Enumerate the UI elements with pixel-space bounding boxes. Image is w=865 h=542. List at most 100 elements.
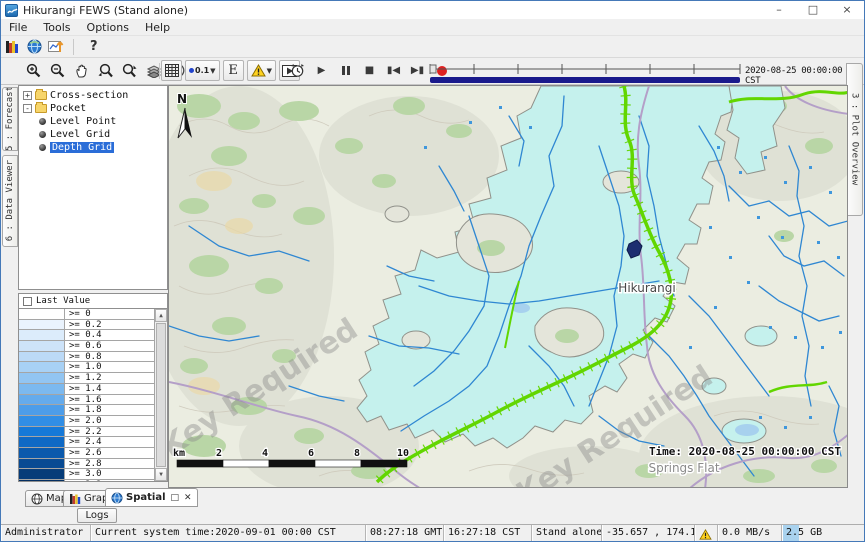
toolbar-separator: [73, 39, 74, 55]
interval-dot-icon: [189, 68, 194, 73]
legend-row: >= 3.0: [19, 469, 167, 480]
menu-file[interactable]: File: [1, 21, 35, 34]
layer-bullet-icon: [39, 118, 46, 125]
map-display-button[interactable]: [23, 37, 45, 56]
legend-row: >= 1.0: [19, 362, 167, 373]
scrollbar-thumb[interactable]: [156, 323, 166, 467]
minimize-button[interactable]: –: [762, 1, 796, 19]
place-label-springs-flat: Springs Flat: [648, 461, 719, 475]
menu-help[interactable]: Help: [137, 21, 178, 34]
tree-item-depth-grid[interactable]: Depth Grid: [21, 141, 167, 153]
globe-icon: [31, 493, 43, 505]
svg-text:2: 2: [216, 448, 222, 459]
legend-scrollbar[interactable]: ▲ ▼: [154, 309, 167, 481]
tree-item-cross-section[interactable]: + Cross-section: [21, 89, 167, 101]
svg-text:N: N: [177, 92, 187, 106]
skip-to-start-button[interactable]: ▮◀: [383, 60, 404, 81]
chevron-down-icon: ▼: [267, 67, 272, 75]
next-zoom-icon[interactable]: [119, 60, 140, 81]
app-logo-icon: [5, 4, 18, 17]
time-slider-handle: [430, 65, 436, 73]
scale-bar-segments: [177, 460, 407, 467]
tree-item-level-grid[interactable]: Level Grid: [21, 128, 167, 140]
warning-icon: [699, 529, 712, 540]
time-settings-icon[interactable]: [287, 60, 308, 81]
map-view[interactable]: API Key Required API Key Required Hikura…: [168, 85, 848, 488]
logs-button[interactable]: Logs: [77, 508, 117, 523]
interval-value: 0.1: [195, 66, 209, 75]
tree-item-pocket[interactable]: - Pocket: [21, 102, 167, 114]
spatial-layer-tree: + Cross-section - Pocket Level Point Lev…: [18, 85, 168, 290]
legend-row: >= 2.6: [19, 448, 167, 459]
tab-spatial[interactable]: Spatial □ ✕: [105, 488, 198, 507]
tree-item-level-point[interactable]: Level Point: [21, 115, 167, 127]
status-local-time: 16:27:18 CST: [444, 525, 532, 542]
legend-row: >= 2.0: [19, 416, 167, 427]
map-toolbar: 0.1 ▼ E ▼ ▶ ■ ▮◀ ▶▮: [1, 57, 864, 85]
status-gmt-time: 08:27:18 GMT: [366, 525, 444, 542]
folder-icon: [35, 104, 47, 113]
time-slider[interactable]: [428, 61, 742, 84]
status-memory: 2.5 GB: [782, 525, 864, 542]
legend-button[interactable]: E: [223, 60, 244, 81]
scroll-down-icon[interactable]: ▼: [155, 468, 167, 481]
legend-row: >= 1.2: [19, 373, 167, 384]
grid-display-button[interactable]: [161, 60, 182, 81]
contour-interval-dropdown[interactable]: 0.1 ▼: [185, 60, 220, 81]
scroll-up-icon[interactable]: ▲: [155, 309, 167, 322]
legend-panel: Last Value >= 0 >= 0.2 >= 0.4 >= 0.6 >= …: [18, 293, 168, 482]
pan-hand-icon[interactable]: [71, 60, 92, 81]
svg-text:8: 8: [354, 448, 360, 459]
expander-icon[interactable]: -: [23, 104, 32, 113]
menu-tools[interactable]: Tools: [35, 21, 78, 34]
layer-bullet-icon: [39, 131, 46, 138]
legend-row: >= 0: [19, 309, 167, 320]
svg-text:4: 4: [262, 448, 268, 459]
last-value-checkbox[interactable]: [23, 297, 32, 306]
status-coordinates: -35.657 , 174.199: [602, 525, 695, 542]
warning-icon: [251, 64, 266, 77]
legend-row: >= 0.8: [19, 352, 167, 363]
timeseries-display-button[interactable]: [45, 37, 67, 56]
legend-row: >= 0.2: [19, 320, 167, 331]
tab-plot-overview[interactable]: 3 : Plot Overview: [846, 63, 863, 216]
tab-data-viewer[interactable]: 6 : Data Viewer: [2, 155, 18, 247]
close-button[interactable]: ×: [830, 1, 864, 19]
legend-row: >= 0.4: [19, 330, 167, 341]
stop-button[interactable]: ■: [359, 60, 380, 81]
legend-class-list: >= 0 >= 0.2 >= 0.4 >= 0.6 >= 0.8 >= 1.0 …: [19, 309, 167, 481]
last-value-label: Last Value: [36, 296, 90, 306]
restore-panel-icon[interactable]: □: [171, 493, 180, 503]
pause-button[interactable]: [335, 60, 356, 81]
previous-zoom-icon[interactable]: [95, 60, 116, 81]
database-display-button[interactable]: [1, 37, 23, 56]
menu-options[interactable]: Options: [79, 21, 137, 34]
application-window: Hikurangi FEWS (Stand alone) – □ × File …: [0, 0, 865, 542]
legend-row: >= 1.6: [19, 395, 167, 406]
maximize-button[interactable]: □: [796, 1, 830, 19]
status-download-speed: 0.0 MB/s: [718, 525, 782, 542]
status-warning-cell[interactable]: [695, 525, 718, 542]
current-time-label: 2020-08-25 00:00:00 CST: [745, 66, 855, 86]
zoom-in-icon[interactable]: [23, 60, 44, 81]
play-button[interactable]: ▶: [311, 60, 332, 81]
zoom-out-icon[interactable]: [47, 60, 68, 81]
expander-icon[interactable]: +: [23, 91, 32, 100]
bar-chart-icon: [69, 493, 81, 505]
tab-forecast[interactable]: 5 : Forecast: [2, 87, 18, 151]
legend-row: >= 1.8: [19, 405, 167, 416]
map-time-label: Time: 2020-08-25 00:00:00 CST: [649, 445, 841, 458]
main-toolbar: ?: [1, 36, 864, 57]
window-title: Hikurangi FEWS (Stand alone): [23, 4, 188, 17]
menu-bar: File Tools Options Help: [1, 19, 864, 36]
thresholds-dropdown[interactable]: ▼: [247, 60, 276, 81]
time-span-bar: [430, 77, 740, 83]
help-button[interactable]: ?: [80, 39, 108, 54]
selected-tree-label: Depth Grid: [50, 142, 114, 153]
close-panel-icon[interactable]: ✕: [184, 493, 192, 503]
title-bar: Hikurangi FEWS (Stand alone) – □ ×: [1, 1, 864, 19]
last-value-row: Last Value: [19, 294, 167, 309]
legend-row: >= 2.8: [19, 459, 167, 470]
skip-to-end-button[interactable]: ▶▮: [407, 60, 428, 81]
layer-bullet-icon: [39, 144, 46, 151]
